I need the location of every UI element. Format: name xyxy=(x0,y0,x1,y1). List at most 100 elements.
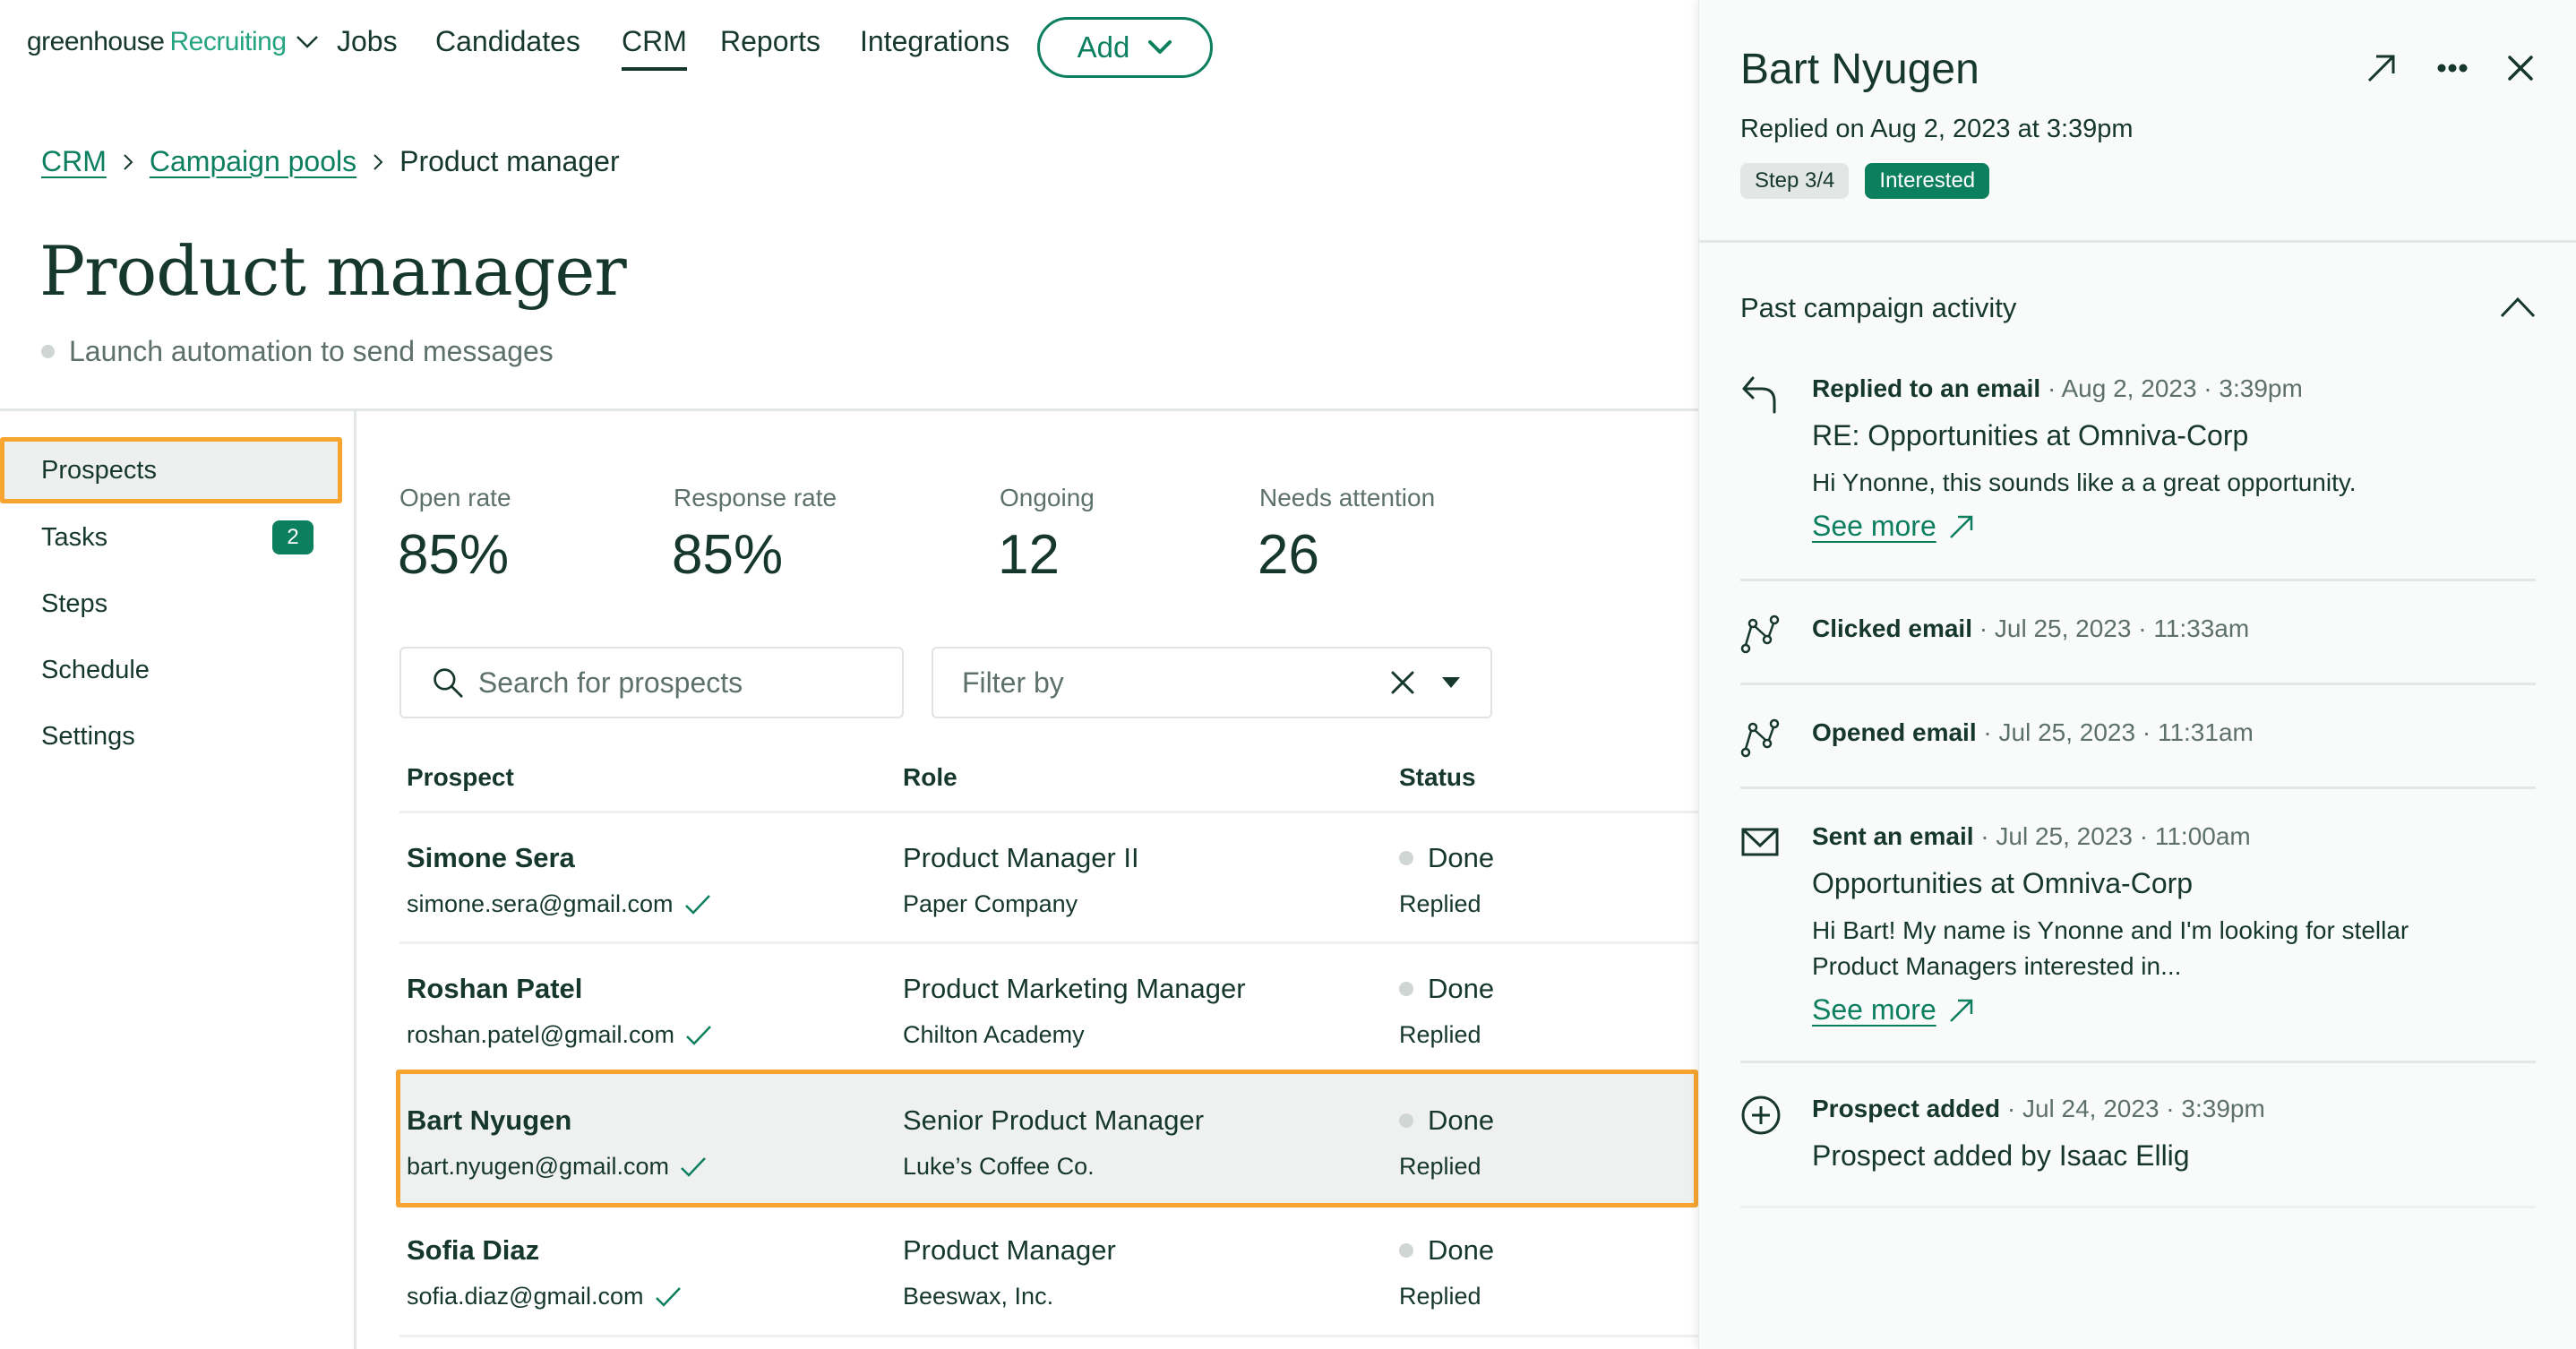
activity-divider xyxy=(1740,683,2536,685)
activity-meta: · Aug 2, 2023 · 3:39pm xyxy=(2040,374,2303,402)
open-external-icon xyxy=(1949,999,1972,1022)
clear-icon[interactable] xyxy=(1390,670,1415,695)
prospect-status: Done xyxy=(1399,842,1494,874)
panel-actions xyxy=(2366,52,2534,84)
table-row[interactable]: Roshan Patel roshan.patel@gmail.com Prod… xyxy=(399,944,1698,1075)
prospect-substatus: Replied xyxy=(1399,890,1481,917)
activity-title: Opened email xyxy=(1812,718,1977,746)
breadcrumb-crm[interactable]: CRM xyxy=(41,145,107,178)
breadcrumb-current: Product manager xyxy=(399,145,620,177)
check-icon xyxy=(686,1025,711,1045)
stat-ongoing-value: 12 xyxy=(998,524,1060,586)
step-badge: Step 3/4 xyxy=(1740,163,1850,199)
status-text: Done xyxy=(1428,973,1495,1004)
activity-item: Prospect added · Jul 24, 2023 · 3:39pm P… xyxy=(1740,1095,2536,1184)
sidebar-item-label: Prospects xyxy=(41,455,157,485)
close-icon[interactable] xyxy=(2507,55,2534,82)
chevron-right-icon xyxy=(374,153,383,170)
stat-open-rate-label: Open rate xyxy=(399,484,511,511)
nav-crm[interactable]: CRM xyxy=(622,25,687,71)
table-divider xyxy=(399,1335,1698,1337)
breadcrumb-campaign-pools[interactable]: Campaign pools xyxy=(150,145,356,178)
activity-title: Clicked email xyxy=(1812,614,1972,642)
status-badge: Interested xyxy=(1865,163,1990,199)
chevron-down-icon xyxy=(1148,40,1172,54)
open-external-icon[interactable] xyxy=(2366,52,2398,84)
activity-header: Replied to an email · Aug 2, 2023 · 3:39… xyxy=(1812,374,2536,403)
see-more-link[interactable]: See more xyxy=(1812,510,1974,543)
sidebar-item-label: Settings xyxy=(41,721,135,751)
status-text: Done xyxy=(1428,1104,1495,1136)
logo-secondary: Recruiting xyxy=(169,27,287,56)
nav-candidates[interactable]: Candidates xyxy=(435,25,580,58)
prospect-email-wrap: roshan.patel@gmail.com xyxy=(407,1021,712,1049)
table-row-selected[interactable]: Bart Nyugen bart.nyugen@gmail.com Senior… xyxy=(396,1070,1698,1207)
activity-text: Hi Ynonne, this sounds like a a great op… xyxy=(1812,468,2357,496)
section-title: Past campaign activity xyxy=(1740,292,2017,323)
page-subtitle: Launch automation to send messages xyxy=(41,335,554,368)
prospect-email: sofia.diaz@gmail.com xyxy=(407,1283,644,1310)
filter-placeholder: Filter by xyxy=(962,666,1064,699)
activity-title: Replied to an email xyxy=(1812,374,2041,402)
sidebar-item-prospects[interactable]: Prospects xyxy=(0,437,342,503)
nav-reports[interactable]: Reports xyxy=(720,25,820,58)
table-row[interactable]: Sofia Diaz sofia.diaz@gmail.com Product … xyxy=(399,1206,1698,1336)
sidebar-item-tasks[interactable]: Tasks 2 xyxy=(0,504,342,571)
sidebar-divider xyxy=(354,408,356,1349)
nav-jobs[interactable]: Jobs xyxy=(337,25,398,58)
activity-header: Clicked email · Jul 25, 2023 · 11:33am xyxy=(1812,614,2536,643)
add-button-label: Add xyxy=(1077,30,1130,64)
nav-integrations[interactable]: Integrations xyxy=(860,25,1009,58)
column-header-role: Role xyxy=(903,763,957,791)
prospect-company: Luke’s Coffee Co. xyxy=(903,1153,1095,1180)
subtitle-text: Launch automation to send messages xyxy=(69,335,554,367)
stat-response-rate-value: 85% xyxy=(672,524,784,586)
prospect-detail-panel: Bart Nyugen Replied on Aug 2, 2023 at 3:… xyxy=(1698,0,2576,1349)
activity-meta: · Jul 25, 2023 · 11:00am xyxy=(1973,822,2251,850)
activity-subject: Opportunities at Omniva-Corp xyxy=(1812,867,2194,899)
sidebar-item-label: Schedule xyxy=(41,655,150,684)
stat-response-rate-label: Response rate xyxy=(674,484,837,511)
prospect-substatus: Replied xyxy=(1399,1021,1481,1048)
prospect-status: Done xyxy=(1399,973,1494,1005)
activity-header: Sent an email · Jul 25, 2023 · 11:00am xyxy=(1812,822,2536,851)
activity-header: Prospect added · Jul 24, 2023 · 3:39pm xyxy=(1812,1095,2536,1123)
add-button[interactable]: Add xyxy=(1037,17,1213,78)
activity-subject: Prospect added by Isaac Ellig xyxy=(1812,1139,2190,1172)
chevron-up-icon[interactable] xyxy=(2500,296,2536,319)
sidebar-item-schedule[interactable]: Schedule xyxy=(0,637,342,703)
panel-prospect-name: Bart Nyugen xyxy=(1740,46,1979,93)
panel-replied-date: Replied on Aug 2, 2023 at 3:39pm xyxy=(1740,115,2134,143)
prospect-role: Senior Product Manager xyxy=(903,1104,1205,1136)
tasks-count-badge: 2 xyxy=(272,520,313,554)
open-external-icon xyxy=(1949,515,1972,538)
activity-subject: RE: Opportunities at Omniva-Corp xyxy=(1812,419,2249,451)
reply-icon xyxy=(1742,376,1776,414)
prospect-role: Product Manager xyxy=(903,1234,1116,1266)
prospect-role: Product Marketing Manager xyxy=(903,973,1246,1004)
search-input[interactable] xyxy=(476,665,902,700)
see-more-link[interactable]: See more xyxy=(1812,993,1974,1027)
sidebar-item-settings[interactable]: Settings xyxy=(0,703,342,769)
chevron-down-icon xyxy=(296,36,318,48)
prospect-status: Done xyxy=(1399,1234,1494,1267)
page-title: Product manager xyxy=(39,231,627,311)
prospect-status: Done xyxy=(1399,1104,1494,1137)
filter-select[interactable]: Filter by xyxy=(932,647,1492,718)
sidebar-item-steps[interactable]: Steps xyxy=(0,571,342,637)
prospect-company: Chilton Academy xyxy=(903,1021,1085,1048)
column-header-prospect: Prospect xyxy=(407,763,514,791)
app-logo[interactable]: greenhouse Recruiting xyxy=(27,27,319,57)
caret-down-icon[interactable] xyxy=(1440,675,1462,690)
table-row[interactable]: Simone Sera simone.sera@gmail.com Produc… xyxy=(399,813,1698,944)
prospect-role: Product Manager II xyxy=(903,842,1139,873)
prospect-email-wrap: bart.nyugen@gmail.com xyxy=(407,1153,707,1181)
prospect-substatus: Replied xyxy=(1399,1283,1481,1310)
more-options-icon[interactable] xyxy=(2437,63,2468,73)
activity-meta: · Jul 24, 2023 · 3:39pm xyxy=(2000,1095,2265,1122)
plus-circle-icon xyxy=(1741,1096,1781,1135)
activity-item: Clicked email · Jul 25, 2023 · 11:33am xyxy=(1740,614,2536,668)
prospect-email-wrap: simone.sera@gmail.com xyxy=(407,890,711,918)
panel-divider xyxy=(1699,240,2576,243)
activity-meta: · Jul 25, 2023 · 11:31am xyxy=(1976,718,2254,746)
